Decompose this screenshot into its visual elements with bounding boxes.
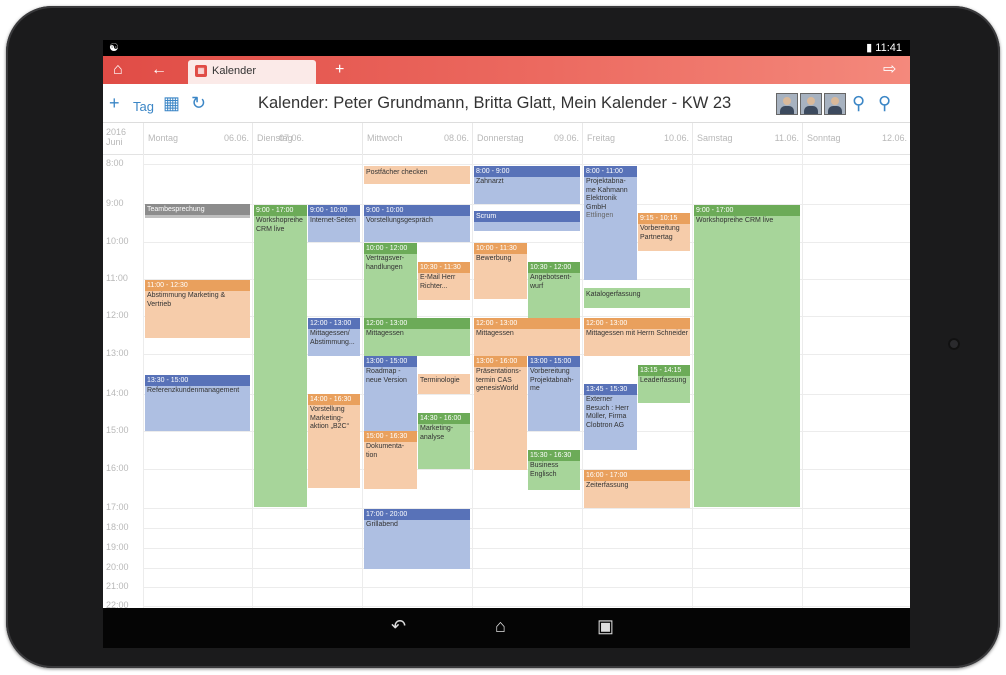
hour-label: 11:00 [106, 273, 128, 283]
camera-icon [948, 338, 960, 350]
hour-label: 8:00 [106, 158, 124, 168]
hour-label: 19:00 [106, 542, 129, 552]
day-header: 2016 Juni Montag 06.06. Dienstag 07.06. Mi… [103, 123, 910, 155]
day-header-wednesday[interactable]: Mittwoch 08.06. [362, 123, 473, 154]
add-person-icon[interactable]: ⚲ [878, 92, 891, 114]
day-header-saturday[interactable]: Samstag 11.06. [692, 123, 803, 154]
avatar[interactable] [776, 93, 798, 115]
app-bar: ⌂ ← ▦ Kalender + ⇨ [103, 56, 910, 84]
back-icon[interactable]: ↶ [391, 616, 406, 637]
day-header-thursday[interactable]: Donnerstag 09.06. [472, 123, 583, 154]
status-bar: ☯ ▮ 11:41 [103, 40, 910, 56]
hour-label: 17:00 [106, 502, 129, 512]
event-grillabend[interactable]: 17:00 - 20:00 Grillabend [364, 509, 470, 569]
view-day-button[interactable]: Tag [133, 96, 154, 118]
home-icon[interactable]: ⌂ [113, 60, 123, 80]
event-dokumentation[interactable]: 15:00 - 16:30 Dokumenta-tion [364, 431, 417, 489]
event-workshop-saturday[interactable]: 9:00 - 17:00 Workshopreihe CRM live [694, 205, 800, 507]
event-vorbereitung-projektabnahme[interactable]: 13:00 - 15:00 Vorbereitung Projektabnah-m… [528, 356, 580, 431]
tab-kalender[interactable]: ▦ Kalender [188, 60, 316, 84]
event-vertragsverhandlungen[interactable]: 10:00 - 12:00 Vertragsver-handlungen [364, 243, 417, 318]
hour-label: 10:00 [106, 236, 129, 246]
day-header-tuesday[interactable]: Dienstag 07.06. [252, 123, 308, 154]
add-button[interactable]: + [109, 92, 120, 114]
event-terminologie[interactable]: Terminologie [418, 374, 470, 394]
event-zahnarzt[interactable]: 8:00 - 9:00 Zahnarzt [474, 166, 580, 204]
hour-label: 20:00 [106, 562, 129, 572]
calendar-icon: ▦ [195, 65, 207, 77]
tab-label: Kalender [212, 65, 257, 77]
home-icon[interactable]: ⌂ [495, 616, 506, 637]
avatar[interactable] [824, 93, 846, 115]
event-referenzkunden[interactable]: 13:30 - 15:00 Referenzkundenmanagement [145, 375, 250, 431]
android-nav-bar: ↶ ⌂ ▣ [103, 608, 910, 648]
hour-label: 18:00 [106, 522, 129, 532]
event-abstimmung[interactable]: 11:00 - 12:30 Abstimmung Marketing & Vert… [145, 280, 250, 338]
hour-label: 14:00 [106, 388, 129, 398]
event-mittagessen-thursday[interactable]: 12:00 - 13:00 Mittagessen [474, 318, 580, 356]
hour-label: 13:00 [106, 348, 129, 358]
hour-label: 9:00 [106, 198, 124, 208]
page-title: Kalender: Peter Grundmann, Britta Glatt,… [258, 94, 732, 112]
screen: ☯ ▮ 11:41 ⌂ ← ▦ Kalender + ⇨ + Tag ▦ ↻ K… [103, 40, 910, 648]
hour-label: 16:00 [106, 463, 129, 473]
back-arrow-icon[interactable]: ← [151, 60, 167, 80]
refresh-icon[interactable]: ↻ [191, 92, 206, 114]
event-teambesprechung[interactable]: Teambesprechung [145, 204, 250, 218]
month-label: Juni [106, 137, 123, 147]
toolbar: + Tag ▦ ↻ Kalender: Peter Grundmann, Bri… [103, 84, 910, 123]
day-header-sunday[interactable]: Sonntag 12.06. [802, 123, 910, 154]
event-roadmap[interactable]: 13:00 - 15:00 Roadmap - neue Version [364, 356, 417, 431]
event-angebotsentwurf[interactable]: 10:30 - 12:00 Angebotsent-wurf [528, 262, 580, 318]
event-externer-besuch[interactable]: 13:45 - 15:30 Externer Besuch : Herr Müll… [584, 384, 637, 450]
event-workshop-tuesday[interactable]: 9:00 - 17:00 Workshopreihe CRM live [254, 205, 307, 507]
add-tab-button[interactable]: + [335, 60, 344, 80]
logout-icon[interactable]: ⇨ [883, 60, 896, 80]
event-bewerbung[interactable]: 10:00 - 11:30 Bewerbung [474, 243, 527, 299]
day-header-monday[interactable]: Montag 06.06. [143, 123, 253, 154]
status-time: 11:41 [875, 42, 902, 54]
avatar[interactable] [800, 93, 822, 115]
people-search-icon[interactable]: ⚲ [852, 92, 865, 114]
hour-label: 12:00 [106, 310, 129, 320]
event-praesentation[interactable]: 13:00 - 16:00 Präsentations-termin CAS ge… [474, 356, 527, 470]
event-mittagessen-wednesday[interactable]: 12:00 - 13:00 Mittagessen [364, 318, 470, 356]
event-leaderfassung[interactable]: 13:15 - 14:15 Leaderfassung [638, 365, 690, 403]
day-header-friday[interactable]: Freitag 10.06. [582, 123, 693, 154]
battery-icon: ▮ [866, 42, 873, 54]
lightbulb-icon: ☯ [109, 42, 119, 54]
hour-label: 15:00 [106, 425, 129, 435]
event-katalogerfassung[interactable]: Katalogerfassung [584, 288, 690, 308]
today-calendar-icon[interactable]: ▦ [163, 92, 180, 114]
year-label: 2016 [106, 127, 127, 137]
hour-label: 21:00 [106, 581, 129, 591]
event-postfaecher[interactable]: Postfächer checken [364, 166, 470, 184]
event-vorstellungsgespraech[interactable]: 9:00 - 10:00 Vorstellungsgespräch [364, 205, 470, 242]
event-projektabnahme-kahmann[interactable]: 8:00 - 11:00 Projektabna-me Kahmann Elekt… [584, 166, 637, 280]
calendar-grid[interactable]: 8:00 9:00 10:00 11:00 12:00 13:00 14:00 … [103, 154, 910, 614]
event-mittagessen-tuesday[interactable]: 12:00 - 13:00 Mittagessen/ Abstimmung... [308, 318, 360, 356]
event-business-englisch[interactable]: 15:30 - 16:30 Business Englisch [528, 450, 580, 490]
event-zeiterfassung[interactable]: 16:00 - 17:00 Zeiterfassung [584, 470, 690, 508]
event-mittagessen-friday[interactable]: 12:00 - 13:00 Mittagessen mit Herrn Schne… [584, 318, 690, 356]
event-email-richter[interactable]: 10:30 - 11:30 E-Mail Herr Richter... [418, 262, 470, 300]
event-vorbereitung-partnertag[interactable]: 9:15 - 10:15 Vorbereitung Partnertag [638, 213, 690, 251]
event-marketinganalyse[interactable]: 14:30 - 16:00 Marketing-analyse [418, 413, 470, 469]
recents-icon[interactable]: ▣ [597, 616, 614, 637]
event-vorstellung-marketing[interactable]: 14:00 - 16:30 Vorstellung Marketing-aktio… [308, 394, 360, 488]
event-internet-seiten[interactable]: 9:00 - 10:00 Internet-Seiten [308, 205, 360, 242]
event-scrum[interactable]: Scrum [474, 211, 580, 231]
